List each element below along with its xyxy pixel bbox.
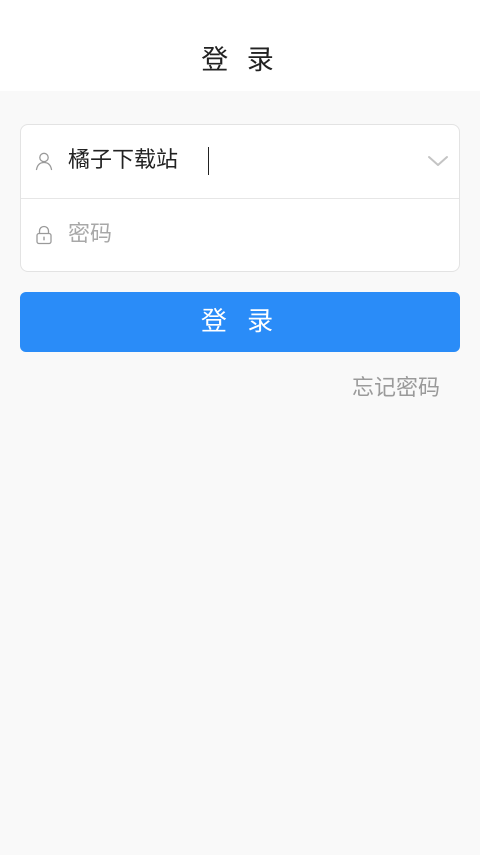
username-row: [21, 125, 459, 199]
password-input[interactable]: [68, 217, 408, 253]
text-cursor: [208, 147, 209, 175]
login-form: [20, 124, 460, 272]
login-screen: 登 录 登 录 忘记密码: [0, 0, 480, 855]
user-icon: [35, 152, 53, 171]
header-bar: 登 录: [0, 0, 480, 91]
username-input[interactable]: [68, 143, 408, 179]
login-button[interactable]: 登 录: [20, 292, 460, 352]
chevron-down-icon[interactable]: [426, 149, 450, 173]
lock-icon: [36, 225, 52, 245]
forgot-password-link[interactable]: 忘记密码: [352, 374, 440, 404]
password-row: [21, 199, 459, 271]
page-title: 登 录: [201, 45, 279, 76]
